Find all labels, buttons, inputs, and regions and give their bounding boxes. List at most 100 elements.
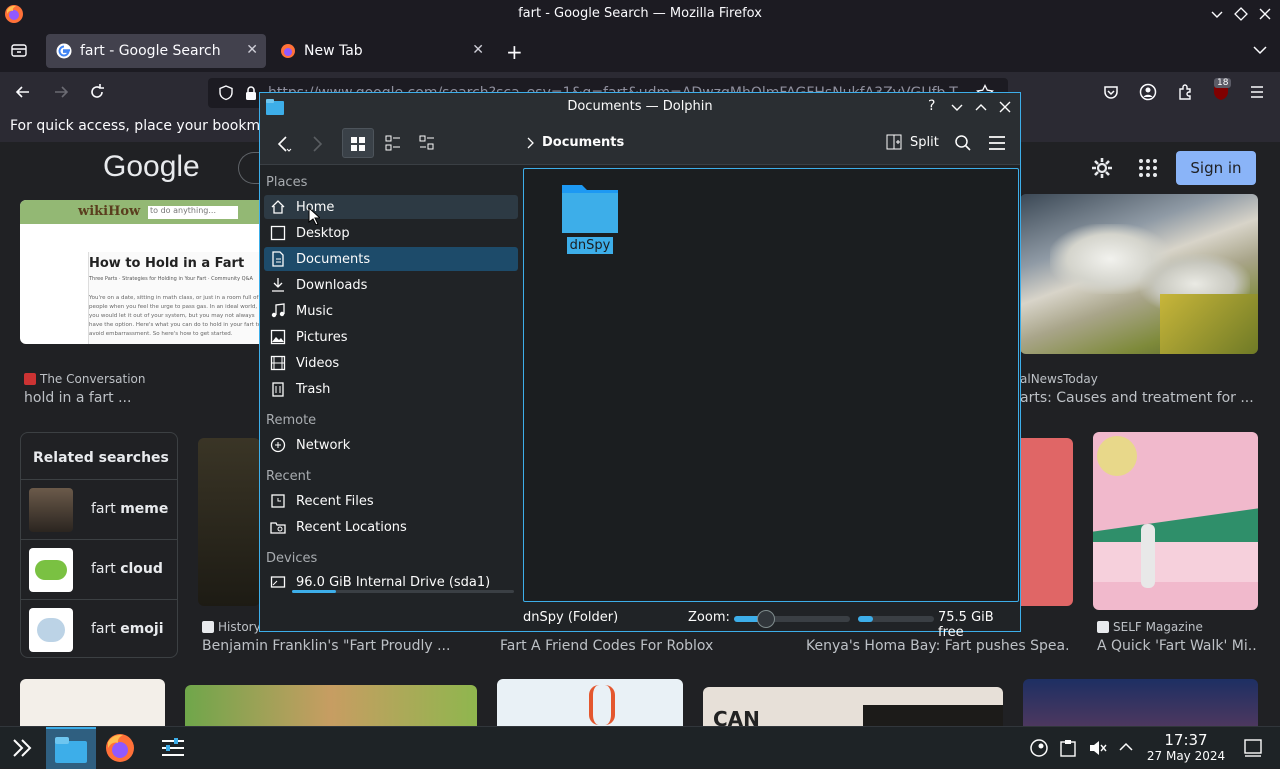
firefox-title-bar: fart - Google Search — Mozilla Firefox xyxy=(0,0,1280,28)
related-item-fart-emoji[interactable]: fart emoji xyxy=(21,599,177,659)
remote-header: Remote xyxy=(266,413,317,428)
forward-icon[interactable] xyxy=(52,83,70,101)
list-all-tabs-icon[interactable] xyxy=(1252,42,1268,58)
taskbar-firefox[interactable] xyxy=(104,732,136,764)
taskbar-dolphin[interactable] xyxy=(46,727,96,769)
tab-label: fart - Google Search xyxy=(80,43,221,59)
compact-view-icon[interactable] xyxy=(385,135,401,151)
place-home[interactable]: Home xyxy=(264,195,518,219)
self-favicon-icon xyxy=(1097,621,1109,633)
related-searches-header: Related searches xyxy=(33,450,169,466)
back-icon[interactable] xyxy=(276,135,292,153)
steam-tray-icon[interactable] xyxy=(1030,739,1048,757)
close-icon[interactable] xyxy=(998,100,1012,114)
close-tab-icon[interactable]: ✕ xyxy=(472,42,484,58)
place-recent-files[interactable]: Recent Files xyxy=(264,489,518,513)
franklin-image[interactable] xyxy=(198,438,260,606)
result-image[interactable]: CAN xyxy=(703,687,1003,726)
related-item-fart-meme[interactable]: fart meme xyxy=(21,479,177,539)
breadcrumb-documents[interactable]: Documents xyxy=(542,135,624,150)
search-icon[interactable] xyxy=(954,134,972,152)
split-button[interactable]: Split xyxy=(886,134,939,150)
place-pictures[interactable]: Pictures xyxy=(264,325,518,349)
status-bar: dnSpy (Folder) Zoom: 75.5 GiB free xyxy=(260,605,1020,640)
taskbar-mixer-icon[interactable] xyxy=(160,737,186,759)
result-title[interactable]: Fart A Friend Codes For Roblox xyxy=(500,638,760,654)
google-logo[interactable]: Google xyxy=(103,150,200,184)
settings-gear-icon[interactable] xyxy=(1090,156,1114,180)
file-name-label[interactable]: dnSpy xyxy=(566,237,614,254)
place-desktop[interactable]: Desktop xyxy=(264,221,518,245)
tab-strip: fart - Google Search ✕ New Tab ✕ + xyxy=(0,28,1280,72)
extensions-icon[interactable] xyxy=(1176,83,1194,101)
wikihow-sub: Three Parts · Strategies for Holding in … xyxy=(89,276,253,282)
related-item-fart-cloud[interactable]: fart cloud xyxy=(21,539,177,599)
result-title[interactable]: hold in a fart ... xyxy=(24,390,264,406)
result-title[interactable]: A Quick 'Fart Walk' Mi... xyxy=(1097,638,1257,654)
wikihow-result-image[interactable]: wikiHow to do anything... How to Hold in… xyxy=(20,200,270,344)
forward-icon[interactable] xyxy=(310,135,326,153)
clipboard-icon[interactable] xyxy=(1060,739,1076,757)
fart-walk-image[interactable] xyxy=(1093,432,1258,610)
tab-new-tab[interactable]: New Tab ✕ xyxy=(270,34,492,68)
place-trash[interactable]: Trash xyxy=(264,377,518,401)
minimize-icon[interactable] xyxy=(1210,7,1224,21)
tab-google-search[interactable]: fart - Google Search ✕ xyxy=(46,34,266,68)
place-network[interactable]: Network xyxy=(264,433,518,457)
homa-bay-image[interactable] xyxy=(1021,438,1073,606)
clock[interactable]: 17:37 27 May 2024 xyxy=(1146,731,1226,763)
result-title[interactable]: Benjamin Franklin's "Fart Proudly ... xyxy=(202,638,462,654)
file-item-dnspy[interactable]: dnSpy xyxy=(548,181,632,254)
icons-view-button[interactable] xyxy=(342,128,374,158)
geothermal-steam-image[interactable] xyxy=(1020,194,1258,354)
clock-time: 17:37 xyxy=(1164,731,1208,749)
volume-muted-icon[interactable] xyxy=(1088,739,1108,757)
new-tab-plus-icon[interactable]: + xyxy=(506,40,523,64)
tracking-protection-icon[interactable] xyxy=(218,85,234,101)
hamburger-menu-icon[interactable] xyxy=(988,135,1006,151)
result-image[interactable] xyxy=(497,679,683,726)
result-title[interactable]: Kenya's Homa Bay: Fart pushes Spea... xyxy=(806,638,1068,654)
show-desktop-icon[interactable] xyxy=(1244,739,1262,757)
zoom-slider-handle[interactable] xyxy=(757,610,776,628)
place-recent-locations[interactable]: Recent Locations xyxy=(264,515,518,539)
wikihow-heading: How to Hold in a Fart xyxy=(89,256,245,271)
place-documents[interactable]: Documents xyxy=(264,247,518,271)
result-image[interactable] xyxy=(1023,679,1258,726)
close-window-icon[interactable] xyxy=(1258,7,1272,21)
reload-icon[interactable] xyxy=(88,83,106,101)
help-icon[interactable]: ? xyxy=(928,98,935,114)
split-label: Split xyxy=(910,134,939,150)
place-music[interactable]: Music xyxy=(264,299,518,323)
maximize-icon[interactable] xyxy=(1234,7,1248,21)
details-view-icon[interactable] xyxy=(419,135,435,151)
google-apps-icon[interactable] xyxy=(1138,158,1158,178)
system-tray-expand-icon[interactable] xyxy=(1118,741,1134,753)
result-title[interactable]: arts: Causes and treatment for ... xyxy=(1020,390,1258,406)
breadcrumb[interactable]: Documents xyxy=(526,135,624,150)
minimize-icon[interactable] xyxy=(950,100,964,114)
conversation-favicon-icon xyxy=(24,373,36,385)
place-videos[interactable]: Videos xyxy=(264,351,518,375)
selection-info: dnSpy (Folder) xyxy=(523,610,619,625)
back-icon[interactable] xyxy=(14,83,32,101)
app-menu-icon[interactable] xyxy=(1248,83,1266,101)
account-icon[interactable] xyxy=(1139,83,1157,101)
sign-in-button[interactable]: Sign in xyxy=(1176,151,1256,185)
close-tab-icon[interactable]: ✕ xyxy=(246,42,258,58)
tab-overview-icon[interactable] xyxy=(10,41,28,59)
pocket-icon[interactable] xyxy=(1102,83,1120,101)
recent-locations-icon xyxy=(270,519,286,535)
result-image[interactable] xyxy=(185,685,477,726)
place-downloads[interactable]: Downloads xyxy=(264,273,518,297)
application-launcher-icon[interactable] xyxy=(10,736,34,760)
extensions-badge: 18 xyxy=(1214,78,1232,88)
zoom-label: Zoom: xyxy=(688,610,730,625)
lock-icon[interactable] xyxy=(244,85,258,101)
zoom-slider[interactable] xyxy=(734,610,850,628)
home-icon xyxy=(270,199,286,215)
window-title: fart - Google Search — Mozilla Firefox xyxy=(518,6,762,21)
result-image[interactable] xyxy=(20,679,165,726)
maximize-icon[interactable] xyxy=(974,100,988,114)
file-view[interactable]: dnSpy xyxy=(523,168,1019,602)
